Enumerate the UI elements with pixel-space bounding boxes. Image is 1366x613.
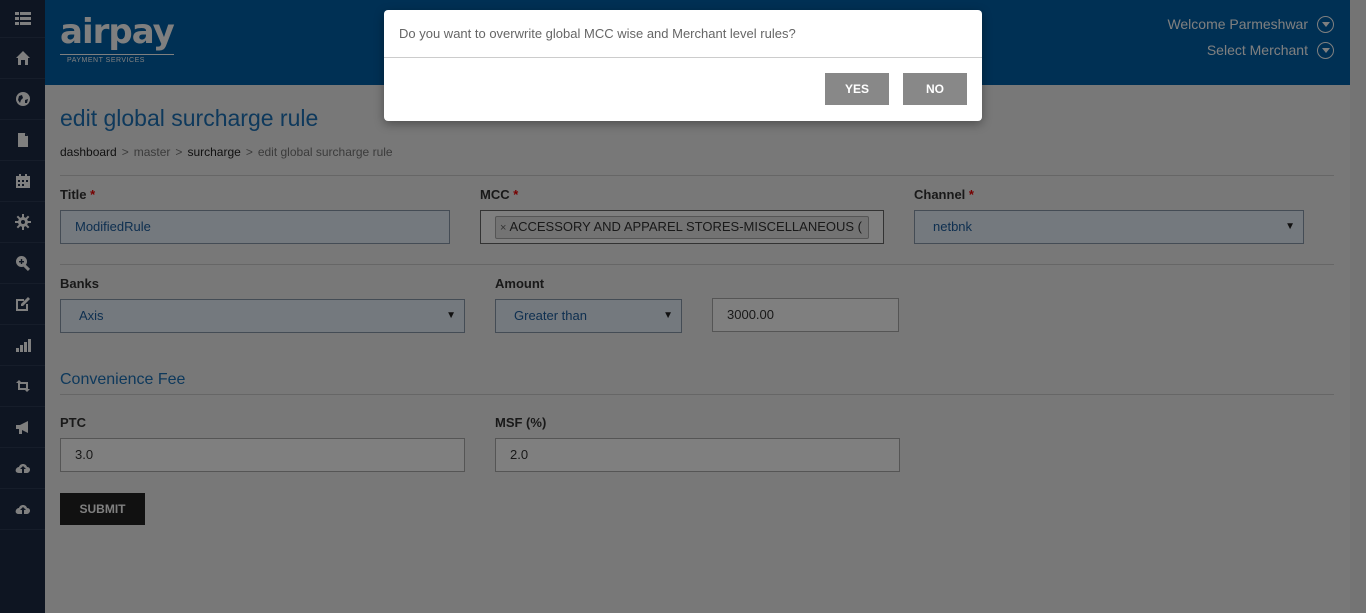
confirm-buttons: YES NO	[811, 73, 967, 105]
confirm-message: Do you want to overwrite global MCC wise…	[384, 10, 982, 58]
no-button[interactable]: NO	[903, 73, 967, 105]
yes-button[interactable]: YES	[825, 73, 889, 105]
confirm-dialog: Do you want to overwrite global MCC wise…	[384, 10, 982, 121]
